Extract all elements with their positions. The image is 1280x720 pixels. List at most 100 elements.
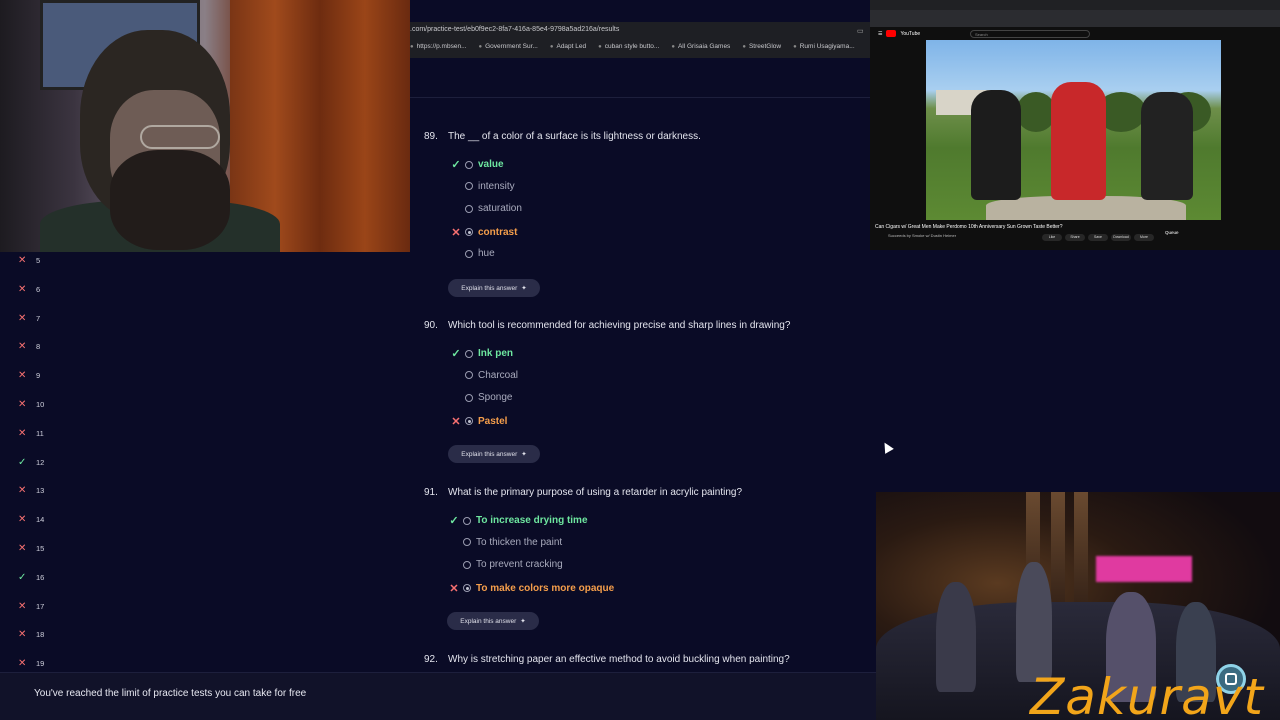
- question-91: 91. What is the primary purpose of using …: [424, 487, 864, 498]
- youtube-address-bar[interactable]: [870, 10, 1280, 19]
- menu-icon[interactable]: ☰: [878, 31, 882, 37]
- cross-icon: ✕: [18, 514, 27, 526]
- question-text: Why is stretching paper an effective met…: [448, 654, 790, 665]
- explain-answer-button[interactable]: Explain this answer ✦: [448, 445, 540, 464]
- sidebar-question-item[interactable]: ✓ 12: [18, 457, 44, 468]
- bookmark-item[interactable]: StreetGlow: [742, 43, 781, 55]
- answer-option: hue: [447, 248, 495, 259]
- explain-label: Explain this answer: [461, 450, 518, 458]
- question-heading: 90. Which tool is recommended for achievi…: [424, 320, 864, 331]
- sidebar-question-item[interactable]: ✕ 15: [18, 543, 44, 554]
- bookmark-item[interactable]: Government Sur...: [478, 43, 538, 55]
- youtube-action-button[interactable]: Like: [1042, 234, 1062, 241]
- sidebar-question-item[interactable]: ✕ 8: [18, 341, 40, 352]
- radio-icon: [463, 516, 471, 525]
- cross-icon: ✕: [18, 399, 27, 410]
- radio-icon: [465, 417, 473, 426]
- sidebar-question-item[interactable]: ✕ 6: [18, 284, 40, 295]
- cross-icon: ✕: [18, 427, 27, 439]
- sidebar-question-number: 5: [36, 256, 41, 265]
- bookmark-item[interactable]: Rumi Usagiyama...: [793, 43, 855, 55]
- answer-label: value: [478, 159, 504, 170]
- youtube-logo-text[interactable]: YouTube: [900, 31, 920, 37]
- sidebar-question-item[interactable]: ✕ 17: [18, 601, 44, 612]
- video-person-left: [971, 90, 1021, 200]
- youtube-action-button[interactable]: Share: [1065, 234, 1085, 241]
- sidebar-question-item[interactable]: ✕ 10: [18, 399, 44, 410]
- question-number: 90.: [424, 320, 438, 331]
- bookmark-item[interactable]: cuban style butto...: [598, 43, 660, 55]
- sidebar-question-item[interactable]: ✕ 7: [18, 313, 40, 324]
- sidebar-question-item[interactable]: ✕ 14: [18, 514, 44, 525]
- answer-option: ✕ To make colors more opaque: [445, 582, 614, 595]
- sidebar-question-number: 8: [36, 342, 41, 352]
- sidebar-question-item[interactable]: ✕ 19: [18, 658, 44, 669]
- cross-icon: ✕: [18, 629, 27, 641]
- youtube-video-player[interactable]: [926, 40, 1221, 220]
- sidebar-question-number: 10: [36, 400, 45, 409]
- answer-option: ✓ Ink pen: [447, 347, 513, 360]
- sidebar-question-number: 7: [36, 313, 41, 323]
- youtube-action-button[interactable]: Download: [1111, 234, 1131, 241]
- answer-label: intensity: [478, 180, 515, 192]
- question-text: The __ of a color of a surface is its li…: [448, 131, 701, 142]
- page-top-strip: [410, 58, 870, 98]
- radio-icon: [465, 160, 473, 169]
- bookmarks-bar: https://p.mbsen... Government Sur... Adapt…: [410, 43, 855, 55]
- youtube-search-input[interactable]: Search: [970, 30, 1090, 38]
- youtube-video-title: Can Cigars w/ Great Men Make Perdomo 10t…: [875, 224, 1063, 230]
- sidebar-question-number: 9: [36, 371, 41, 381]
- bookmark-item[interactable]: Adapt Led: [550, 43, 586, 55]
- bookmark-item[interactable]: https://p.mbsen...: [410, 43, 467, 55]
- sidebar-question-number: 18: [36, 630, 45, 640]
- check-icon: ✓: [18, 571, 27, 583]
- sidebar-question-number: 11: [36, 428, 44, 438]
- youtube-action-button[interactable]: Save: [1088, 234, 1108, 241]
- sparkle-icon: ✦: [520, 618, 526, 626]
- sidebar-question-number: 16: [36, 572, 45, 582]
- explain-label: Explain this answer: [461, 284, 518, 292]
- explain-answer-button[interactable]: Explain this answer ✦: [448, 279, 540, 297]
- question-number: 91.: [424, 487, 438, 498]
- bookmark-item[interactable]: All Grisaia Games: [671, 43, 730, 55]
- youtube-action-button[interactable]: More: [1134, 234, 1154, 241]
- check-icon: ✓: [451, 348, 461, 360]
- answer-option: ✕ Pastel: [447, 415, 507, 428]
- youtube-bookmarks-bar: [870, 19, 1280, 27]
- streamer-watermark: Zakuravt: [1030, 668, 1264, 720]
- question-heading: 91. What is the primary purpose of using …: [424, 487, 864, 498]
- youtube-logo-icon[interactable]: [886, 30, 897, 37]
- sidebar-question-item[interactable]: ✕ 5: [18, 255, 40, 266]
- answer-label: To make colors more opaque: [476, 582, 615, 594]
- address-bar[interactable]: .com/practice-test/eb0f9ec2-8fa7-416a-85…: [410, 26, 619, 33]
- sparkle-icon: ✦: [521, 451, 527, 459]
- explain-label: Explain this answer: [460, 617, 517, 625]
- youtube-action-bar: Like Share Save Download More: [1042, 234, 1154, 241]
- sidebar-question-item[interactable]: ✕ 13: [18, 485, 44, 496]
- cross-icon: ✕: [451, 415, 461, 428]
- answer-option: ✓ value: [447, 158, 504, 171]
- radio-icon: [465, 204, 473, 213]
- check-icon: ✓: [449, 515, 459, 527]
- answer-label: To prevent cracking: [476, 559, 563, 571]
- cross-icon: ✕: [18, 341, 27, 353]
- sidebar-question-item[interactable]: ✕ 11: [18, 428, 44, 439]
- question-number: 92.: [424, 654, 438, 665]
- youtube-queue-label[interactable]: Queue: [1165, 230, 1179, 235]
- radio-icon: [465, 349, 473, 358]
- tab-overview-icon[interactable]: ▭: [857, 27, 864, 35]
- sidebar-question-item[interactable]: ✕ 18: [18, 629, 44, 640]
- sidebar-question-number: 14: [36, 515, 45, 525]
- check-icon: ✓: [451, 159, 461, 171]
- sidebar-question-item[interactable]: ✕ 9: [18, 370, 40, 381]
- youtube-browser-tabs: [870, 0, 1280, 10]
- sidebar-question-item[interactable]: ✓ 16: [18, 572, 44, 583]
- cross-icon: ✕: [18, 658, 27, 670]
- youtube-channel-name[interactable]: Succeeds by Smoke w/ Dustin Heimer: [888, 233, 956, 238]
- mouse-cursor-icon: [880, 440, 894, 454]
- question-89: 89. The __ of a color of a surface is its…: [424, 131, 864, 142]
- answer-option: ✓ To increase drying time: [445, 514, 587, 527]
- cross-icon: ✕: [451, 226, 461, 239]
- answer-option: To thicken the paint: [445, 537, 562, 548]
- explain-answer-button[interactable]: Explain this answer ✦: [447, 612, 539, 631]
